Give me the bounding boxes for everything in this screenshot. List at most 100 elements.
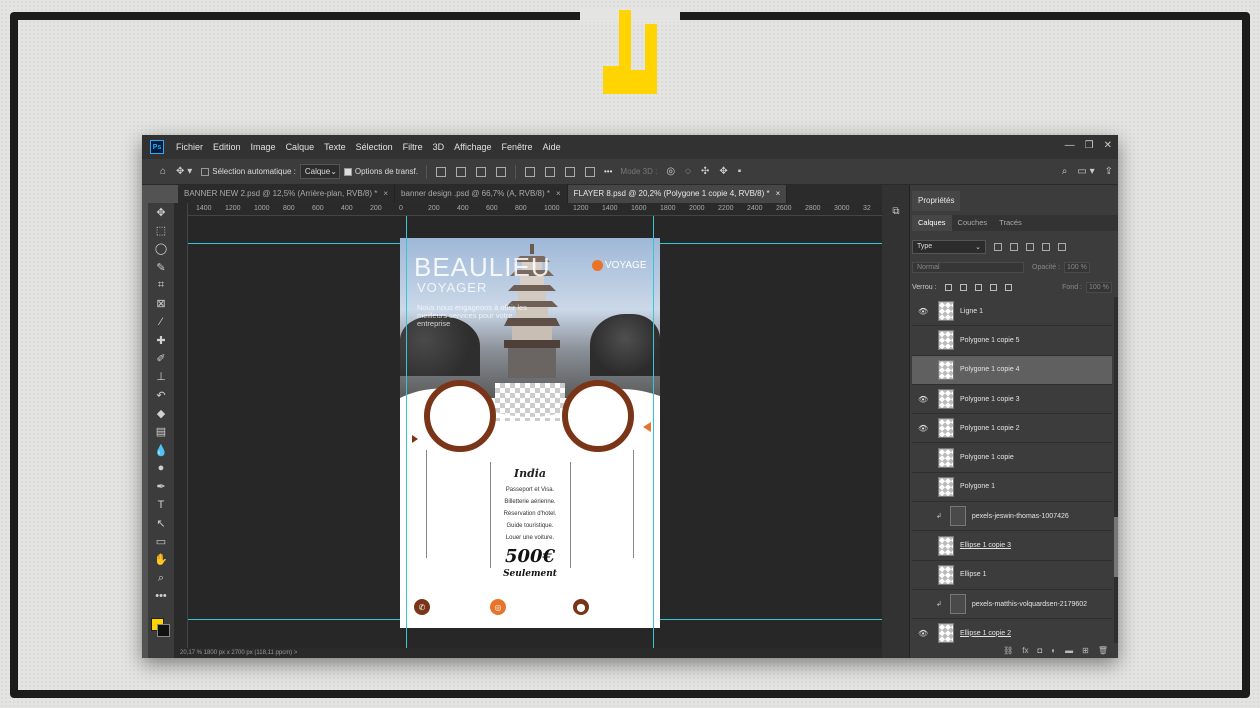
adjustment-layer-icon[interactable]: ◐ [1051,646,1056,655]
more-options-icon[interactable]: ••• [604,167,612,176]
layer-row[interactable]: 👁 Ligne 1 [912,297,1112,327]
align-right-icon[interactable] [476,166,486,177]
lock-pixels-icon[interactable] [959,283,967,291]
dodge-tool-icon[interactable]: ● [148,459,174,477]
menu-fenetre[interactable]: Fenêtre [497,142,538,152]
properties-tab[interactable]: Propriétés [912,191,961,211]
eyedropper-tool-icon[interactable]: ⁄ [148,313,174,331]
layer-row[interactable]: Polygone 1 copie 5 [912,326,1112,356]
move-tool-icon[interactable]: ✥ [148,203,174,221]
distribute-vertical-icon[interactable] [585,166,595,177]
slide-3d-icon[interactable]: ✥ [719,166,727,177]
type-tool-icon[interactable]: T [148,496,174,514]
scale-3d-icon[interactable]: ▪ [738,166,742,177]
add-mask-icon[interactable]: ◘ [1037,646,1042,655]
align-top-icon[interactable] [525,166,535,177]
blend-mode-dropdown[interactable]: Normal [912,261,1024,273]
menu-aide[interactable]: Aide [538,142,566,152]
path-select-tool-icon[interactable]: ↖ [148,514,174,532]
workspace-icon[interactable]: ▭ ▾ [1077,166,1094,177]
filter-type-icon[interactable] [1026,243,1034,251]
eye-icon[interactable]: 👁 [918,307,930,316]
menu-fichier[interactable]: Fichier [171,142,208,152]
filter-adjustment-icon[interactable] [1010,243,1018,251]
eye-icon[interactable]: 👁 [918,395,930,404]
trash-icon[interactable]: 🗑 [1098,646,1108,655]
layer-row[interactable]: ↲ pexels-jeswin-thomas-1007426 [912,502,1112,532]
close-tab-icon[interactable]: × [383,189,388,198]
menu-3d[interactable]: 3D [428,142,450,152]
marquee-tool-icon[interactable]: ⬚ [148,221,174,239]
layer-row[interactable]: Ellipse 1 [912,561,1112,590]
guide-vertical-left[interactable] [406,216,407,648]
eye-icon[interactable]: 👁 [918,629,930,638]
tab-banner-design[interactable]: banner design .psd @ 66,7% (A, RVB/8) * × [395,185,568,203]
menu-selection[interactable]: Sélection [351,142,398,152]
tab-traces[interactable]: Tracés [993,215,1028,231]
search-icon[interactable]: ⌕ [1062,166,1068,177]
link-layers-icon[interactable]: ⛓ [1003,646,1013,655]
transform-controls-checkbox[interactable]: Options de transf. [343,167,418,176]
lock-position-icon[interactable] [974,283,982,291]
menu-edition[interactable]: Edition [208,142,246,152]
restore-icon[interactable]: ❐ [1085,140,1094,151]
layer-row[interactable]: Polygone 1 copie 4 [912,355,1112,385]
new-layer-icon[interactable]: ⊞ [1082,646,1089,655]
layer-row[interactable]: Polygone 1 copie [912,443,1112,473]
new-group-icon[interactable]: ▬ [1065,646,1073,655]
align-left-icon[interactable] [436,166,446,177]
kind-filter-dropdown[interactable]: Type ⌄ [912,240,986,254]
eye-icon[interactable]: 👁 [918,424,930,433]
more-tools-icon[interactable]: ••• [148,587,174,605]
fx-icon[interactable]: fx [1022,646,1028,655]
pan-3d-icon[interactable]: ✣ [701,166,709,177]
stamp-tool-icon[interactable]: ⊥ [148,368,174,386]
share-icon[interactable]: ⇪ [1105,166,1113,177]
tab-couches[interactable]: Couches [952,215,994,231]
lock-transparency-icon[interactable] [944,283,952,291]
move-options-icon[interactable]: ✥ ▾ [176,166,192,177]
rectangle-tool-icon[interactable]: ▭ [148,532,174,550]
scrollbar-thumb[interactable] [1114,517,1118,577]
layer-row[interactable]: 👁 Ellipse 1 copie 2 [912,619,1112,643]
history-panel-icon[interactable]: ⧉ [882,201,910,221]
menu-filtre[interactable]: Filtre [398,142,428,152]
menu-affichage[interactable]: Affichage [449,142,496,152]
eraser-tool-icon[interactable]: ◆ [148,404,174,422]
layer-row[interactable]: Polygone 1 [912,473,1112,503]
guide-vertical-right[interactable] [653,216,654,648]
close-icon[interactable]: ✕ [1104,140,1112,151]
tab-calques[interactable]: Calques [912,215,952,231]
align-bottom-icon[interactable] [565,166,575,177]
gradient-tool-icon[interactable]: ▤ [148,423,174,441]
filter-pixel-icon[interactable] [994,243,1002,251]
pen-tool-icon[interactable]: ✒ [148,477,174,495]
menu-texte[interactable]: Texte [319,142,351,152]
roll-3d-icon[interactable]: ◌ [685,166,691,177]
crop-tool-icon[interactable]: ⌗ [148,276,174,294]
canvas-area[interactable]: BEAULIEU VOYAGER Nous nous engageons à o… [188,216,882,648]
hand-tool-icon[interactable]: ✋ [148,551,174,569]
layers-scrollbar[interactable] [1114,297,1118,643]
tab-flayer-8[interactable]: FLAYER 8.psd @ 20,2% (Polygone 1 copie 4… [567,185,788,203]
quick-select-tool-icon[interactable]: ✎ [148,258,174,276]
history-brush-tool-icon[interactable]: ↶ [148,386,174,404]
layer-row[interactable]: ↲ pexels-matthis-volquardsen-2179602 [912,590,1112,620]
filter-smart-object-icon[interactable] [1058,243,1066,251]
blur-tool-icon[interactable]: 💧 [148,441,174,459]
background-color-swatch[interactable] [157,623,170,637]
zoom-tool-icon[interactable]: ⌕ [148,569,174,587]
brush-tool-icon[interactable]: ✐ [148,349,174,367]
layer-row[interactable]: Ellipse 1 copie 3 [912,531,1112,561]
layer-row[interactable]: 👁 Polygone 1 copie 3 [912,385,1112,415]
frame-tool-icon[interactable]: ⊠ [148,294,174,312]
healing-tool-icon[interactable]: ✚ [148,331,174,349]
auto-select-checkbox[interactable]: Sélection automatique : [201,167,296,176]
fill-input[interactable]: 100 % [1086,281,1112,293]
lock-all-icon[interactable] [1004,283,1012,291]
lock-artboard-icon[interactable] [989,283,997,291]
orbit-3d-icon[interactable]: ◎ [666,166,675,177]
menu-calque[interactable]: Calque [281,142,320,152]
flyer-document[interactable]: BEAULIEU VOYAGER Nous nous engageons à o… [400,238,660,628]
close-tab-icon[interactable]: × [556,189,561,198]
